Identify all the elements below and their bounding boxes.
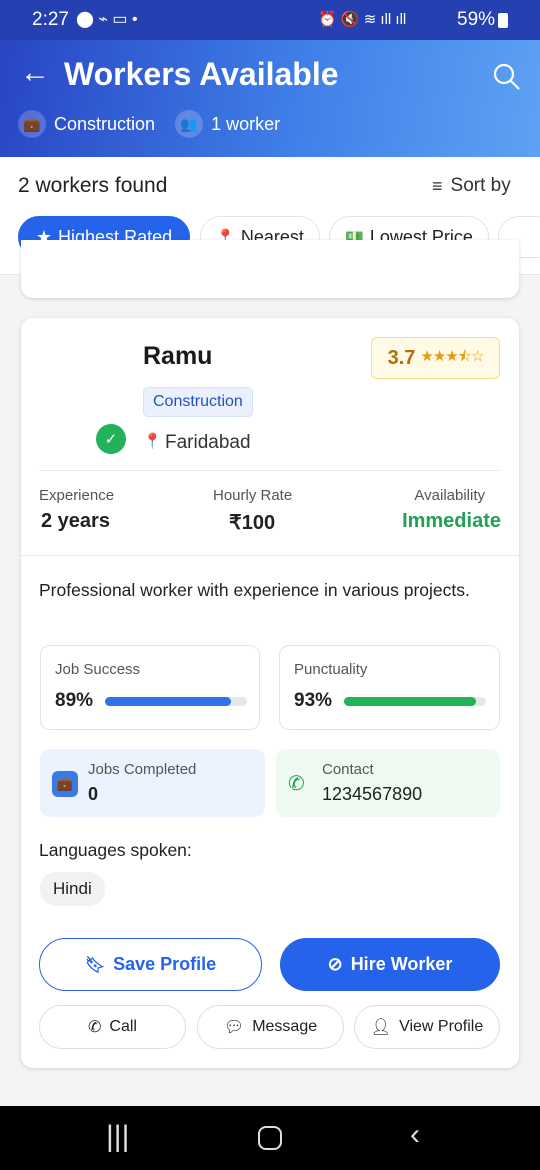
- home-icon[interactable]: [258, 1126, 282, 1150]
- worker-card: Ramu 3.7 ★★★⯪☆ Construction ✓ 📍 Faridaba…: [21, 318, 519, 1068]
- contact-label: Contact: [322, 761, 374, 778]
- experience-label: Experience: [39, 487, 115, 504]
- results-count: 2 workers found: [18, 174, 168, 197]
- back-icon[interactable]: ‹: [410, 1118, 420, 1152]
- header-worker-count: 1 worker: [211, 113, 281, 134]
- status-bar: 2:27 ⬤ ⌁ ▭ • ⏰ 🔇 ≋ ıll ıll 59%: [0, 0, 540, 40]
- rating-value: 3.7: [387, 346, 416, 369]
- call-button[interactable]: ✆ Call: [39, 1005, 186, 1049]
- notification-icons: ⬤ ⌁ ▭ •: [76, 11, 138, 28]
- punctuality-value: 93%: [294, 690, 333, 711]
- worker-name: Ramu: [143, 342, 213, 370]
- punctuality-box: Punctuality 93%: [279, 645, 500, 730]
- briefcase-icon: 💼: [18, 110, 46, 138]
- battery-icon: [498, 13, 508, 28]
- rating-stars-icon: ★★★⯪☆: [420, 347, 484, 365]
- punctuality-bar: [344, 697, 486, 706]
- previous-worker-card: [21, 240, 519, 298]
- experience-value: 2 years: [41, 510, 110, 532]
- job-success-bar: [105, 697, 247, 706]
- battery-level: 59%: [457, 9, 496, 30]
- divider: [21, 555, 519, 556]
- save-profile-button[interactable]: 🔖︎ Save Profile: [39, 938, 262, 991]
- language-chip: Hindi: [40, 872, 105, 906]
- search-icon[interactable]: [492, 62, 522, 92]
- phone-icon: ✆: [288, 773, 305, 795]
- sort-icon: ≡: [432, 175, 443, 196]
- divider: [39, 470, 499, 471]
- view-profile-button[interactable]: 👤︎ View Profile: [354, 1005, 500, 1049]
- message-button[interactable]: 💬︎ Message: [197, 1005, 344, 1049]
- job-success-value: 89%: [55, 690, 94, 711]
- user-icon: 👤︎: [370, 1019, 392, 1036]
- verified-check-icon: ✓: [96, 424, 126, 454]
- job-success-box: Job Success 89%: [40, 645, 260, 730]
- availability-label: Availability: [414, 487, 485, 504]
- briefcase-icon: 💼: [52, 771, 78, 797]
- availability-value: Immediate: [402, 510, 501, 532]
- location-pin-icon: 📍: [143, 433, 162, 450]
- jobs-completed-label: Jobs Completed: [88, 761, 197, 778]
- contact-box[interactable]: ✆ Contact 1234567890: [276, 749, 500, 817]
- hourly-rate-value: ₹100: [229, 512, 276, 534]
- category-badge: Construction: [143, 387, 253, 417]
- worker-location: Faridabad: [165, 432, 251, 453]
- app-header: ← Workers Available 💼 Construction 👥 1 w…: [0, 40, 540, 157]
- hourly-rate-label: Hourly Rate: [213, 487, 293, 504]
- phone-icon: ✆: [88, 1019, 102, 1036]
- jobs-completed-box: 💼 Jobs Completed 0: [40, 749, 265, 817]
- punctuality-label: Punctuality: [294, 661, 368, 678]
- button-label: Call: [109, 1018, 137, 1035]
- button-label: View Profile: [399, 1018, 484, 1035]
- check-circle-icon: ⊘: [327, 954, 343, 974]
- bookmark-icon: 🔖︎: [84, 956, 106, 974]
- job-success-label: Job Success: [55, 661, 141, 678]
- languages-label: Languages spoken:: [39, 840, 192, 860]
- sort-button[interactable]: ≡ Sort by: [432, 175, 511, 197]
- status-time: 2:27: [32, 9, 69, 30]
- chat-bubble-icon: 💬︎: [223, 1019, 245, 1036]
- worker-description: Professional worker with experience in v…: [39, 580, 470, 600]
- hire-worker-button[interactable]: ⊘ Hire Worker: [280, 938, 500, 991]
- users-icon: 👥: [175, 110, 204, 138]
- recent-apps-icon[interactable]: |||: [106, 1120, 129, 1154]
- system-icons: ⏰ 🔇 ≋ ıll ıll: [318, 11, 407, 28]
- button-label: Hire Worker: [350, 954, 453, 974]
- back-arrow-icon[interactable]: ←: [20, 56, 50, 90]
- page-title: Workers Available: [64, 56, 339, 92]
- header-category: Construction: [54, 113, 156, 134]
- jobs-completed-value: 0: [88, 784, 99, 804]
- navigation-bar: ||| ‹: [0, 1106, 540, 1170]
- sort-label: Sort by: [450, 175, 511, 196]
- contact-value: 1234567890: [322, 784, 423, 804]
- button-label: Message: [252, 1018, 318, 1035]
- button-label: Save Profile: [113, 954, 217, 974]
